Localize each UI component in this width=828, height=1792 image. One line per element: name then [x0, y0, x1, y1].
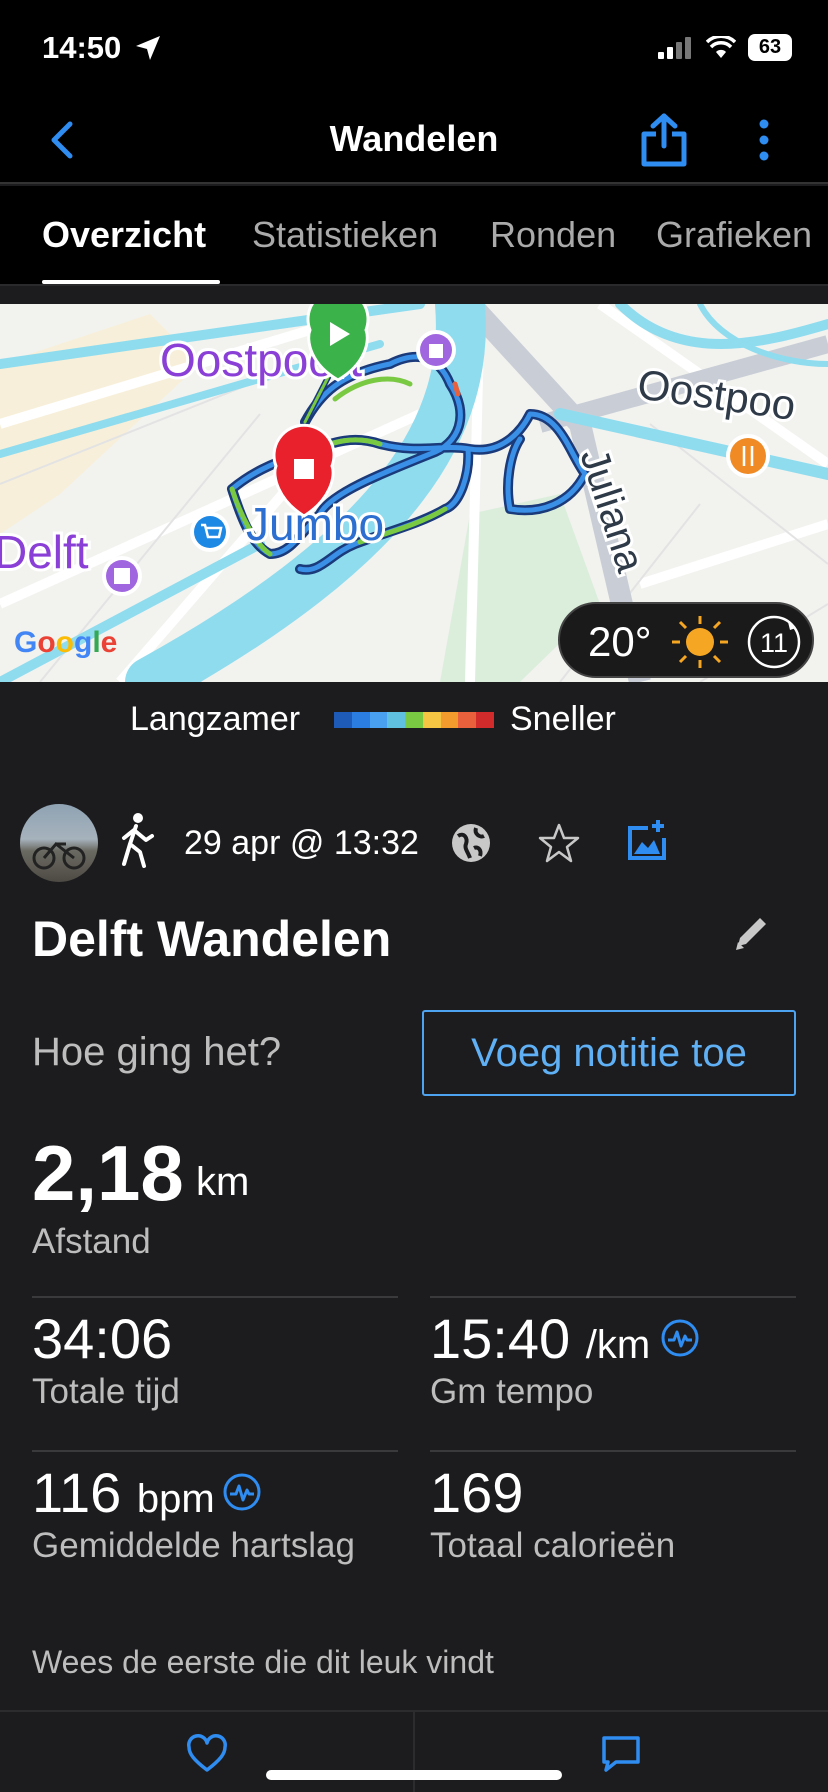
tab-grafieken[interactable]: Grafieken	[656, 214, 812, 256]
legend-fast-label: Sneller	[510, 700, 616, 738]
speed-gradient-bar	[334, 712, 495, 728]
distance-unit: km	[196, 1160, 250, 1204]
map-label-delft: Delft	[0, 526, 89, 578]
shopping-cart-poi-icon	[190, 512, 230, 552]
weather-badge: 20° 11	[558, 602, 814, 678]
weather-temperature: 20°	[588, 618, 652, 665]
calories-label: Totaal calorieën	[430, 1526, 676, 1565]
avg-pace-value: 15:40	[430, 1307, 571, 1370]
bottom-action-bar	[0, 1710, 828, 1792]
status-bar: 14:50 63	[0, 0, 828, 96]
avg-pace-stat: 15:40 /km Gm tempo	[430, 1306, 796, 1426]
tab-statistieken[interactable]: Statistieken	[252, 214, 438, 256]
avg-hr-value: 116	[32, 1461, 122, 1524]
walking-person-icon	[122, 813, 154, 868]
battery-indicator: 63	[748, 34, 792, 61]
legend-slow-label: Langzamer	[130, 700, 301, 738]
home-indicator	[266, 1770, 562, 1780]
feeling-prompt: Hoe ging het?	[32, 1030, 282, 1074]
divider	[32, 1296, 398, 1298]
avg-pace-unit: /km	[585, 1323, 651, 1367]
wind-speed: 11	[760, 628, 788, 658]
add-photo-icon[interactable]	[626, 816, 670, 862]
bicycle-photo-icon	[32, 841, 86, 870]
calories-stat: 169 Totaal calorieën	[430, 1460, 796, 1580]
castle-poi-icon	[416, 330, 456, 370]
signal-icon	[658, 36, 691, 59]
heart-like-icon[interactable]	[186, 1734, 228, 1774]
likes-text: Wees de eerste die dit leuk vindt	[32, 1644, 494, 1680]
distance-value: 2,18	[32, 1129, 184, 1217]
share-icon[interactable]	[638, 112, 690, 168]
status-time: 14:50	[42, 30, 122, 65]
active-tab-indicator	[42, 280, 220, 284]
wifi-icon	[706, 35, 736, 58]
pulse-icon	[661, 1319, 699, 1357]
tab-ronden[interactable]: Ronden	[490, 214, 616, 256]
total-time-stat: 34:06 Totale tijd	[32, 1306, 398, 1426]
avg-hr-value-row: 116 bpm	[32, 1460, 215, 1525]
location-arrow-icon	[136, 36, 160, 60]
avg-hr-label: Gemiddelde hartslag	[32, 1526, 355, 1565]
activity-title: Delft Wandelen	[32, 911, 392, 967]
edit-pencil-icon[interactable]	[730, 910, 774, 954]
divider	[430, 1450, 796, 1452]
calories-value: 169	[430, 1461, 524, 1524]
sun-icon	[672, 616, 728, 668]
divider	[430, 1296, 796, 1298]
speed-legend: Langzamer Sneller	[0, 690, 828, 750]
restaurant-poi-icon	[726, 434, 770, 478]
pulse-icon	[223, 1473, 261, 1511]
comment-icon[interactable]	[600, 1734, 642, 1774]
cinema-poi-icon	[102, 556, 142, 596]
activity-meta-row: 29 apr @ 13:32	[0, 800, 828, 890]
divider	[413, 1712, 415, 1792]
wind-compass-icon: 11	[747, 615, 801, 669]
star-favorite-icon[interactable]	[538, 822, 580, 864]
avg-heart-rate-stat: 116 bpm Gemiddelde hartslag	[32, 1460, 398, 1580]
more-options-icon[interactable]	[750, 118, 778, 162]
divider	[32, 1450, 398, 1452]
avg-hr-unit: bpm	[136, 1477, 215, 1521]
avatar[interactable]	[20, 804, 98, 882]
tab-bar: Overzicht Statistieken Ronden Grafieken	[0, 186, 828, 286]
total-time-label: Totale tijd	[32, 1372, 180, 1411]
globe-privacy-icon[interactable]	[450, 822, 492, 864]
total-time-value: 34:06	[32, 1307, 173, 1370]
navigation-bar: Wandelen	[0, 96, 828, 184]
distance-label: Afstand	[32, 1222, 151, 1261]
avg-pace-value-row: 15:40 /km	[430, 1306, 650, 1371]
avg-pace-label: Gm tempo	[430, 1372, 594, 1411]
page-title: Wandelen	[329, 118, 499, 159]
google-attribution-logo: Google	[14, 626, 118, 659]
tab-overzicht[interactable]: Overzicht	[42, 214, 206, 256]
route-map[interactable]: Oostpoort Oostpoo Jumbo Delft Juliana Go…	[0, 304, 828, 682]
activity-date: 29 apr @ 13:32	[184, 824, 419, 862]
add-note-button[interactable]: Voeg notitie toe	[422, 1010, 796, 1096]
status-indicators: 63	[658, 34, 792, 61]
